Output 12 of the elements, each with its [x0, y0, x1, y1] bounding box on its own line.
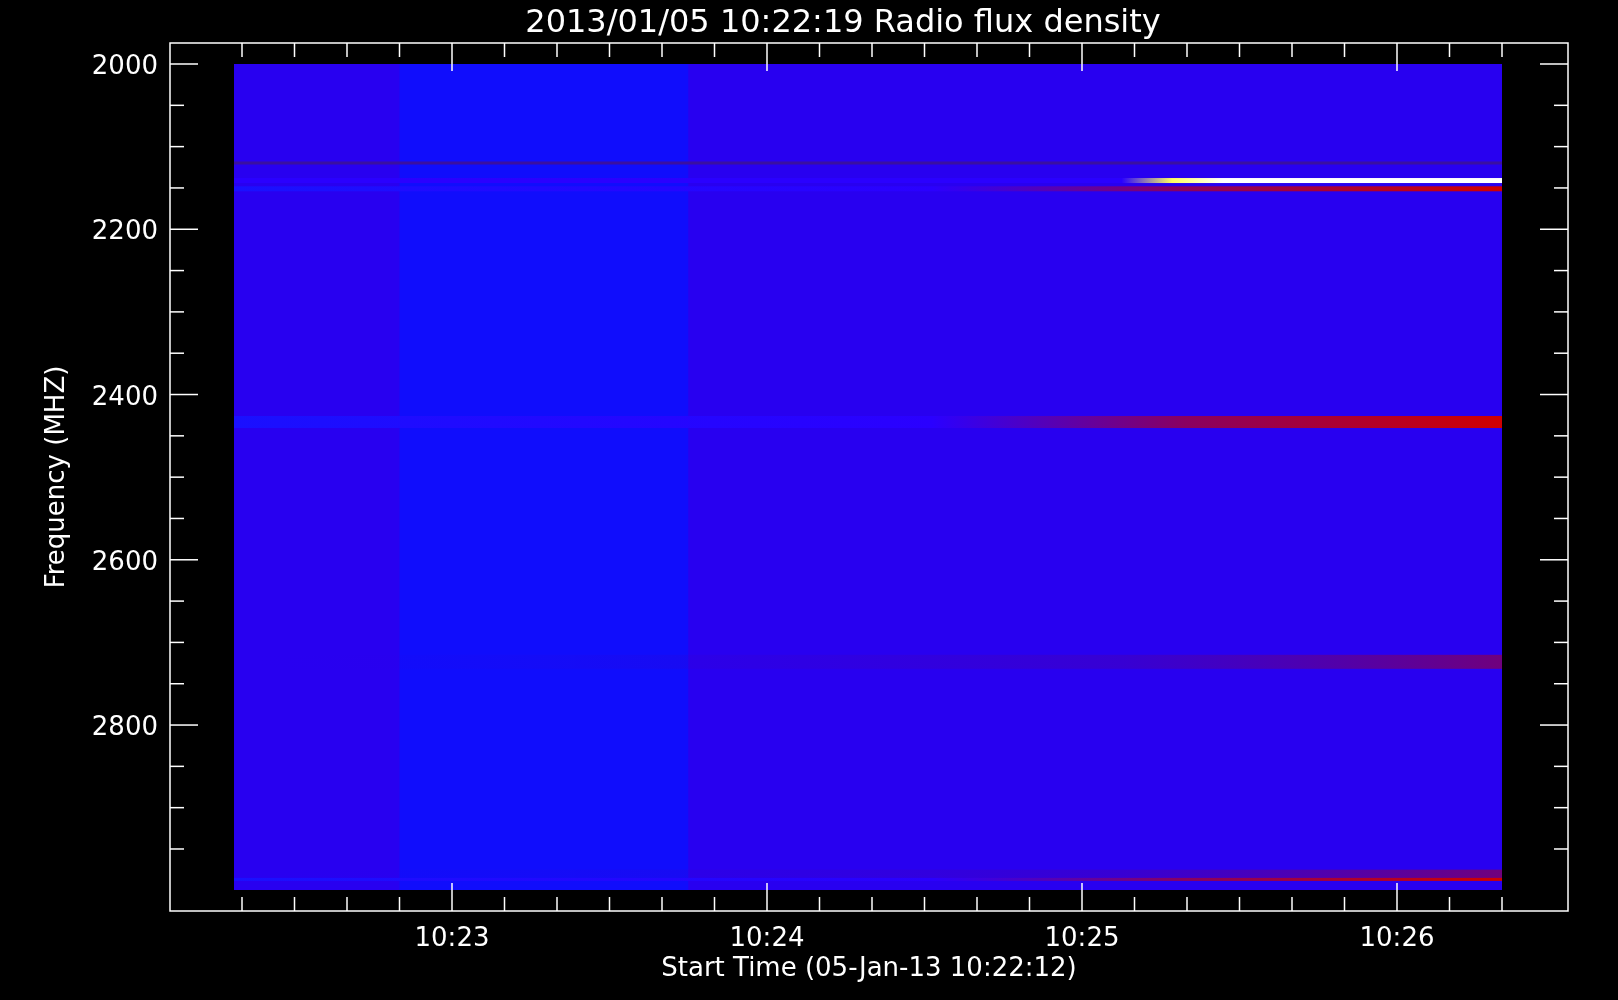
x-tick-label: 10:23 — [414, 922, 490, 952]
y-tick-label: 2800 — [91, 711, 158, 742]
chart-title: 2013/01/05 10:22:19 Radio flux density — [525, 2, 1161, 40]
x-tick-label: 10:26 — [1359, 922, 1435, 952]
y-tick-label: 2600 — [91, 545, 158, 576]
x-tick-label: 10:24 — [729, 922, 805, 952]
y-axis-label: Frequency (MHZ) — [40, 365, 70, 589]
y-tick-label: 2200 — [91, 215, 158, 246]
x-tick-label: 10:25 — [1044, 922, 1120, 952]
y-tick-label: 2400 — [91, 380, 158, 411]
x-axis-label: Start Time (05-Jan-13 10:22:12) — [661, 952, 1077, 982]
y-tick-label: 2000 — [91, 50, 158, 80]
